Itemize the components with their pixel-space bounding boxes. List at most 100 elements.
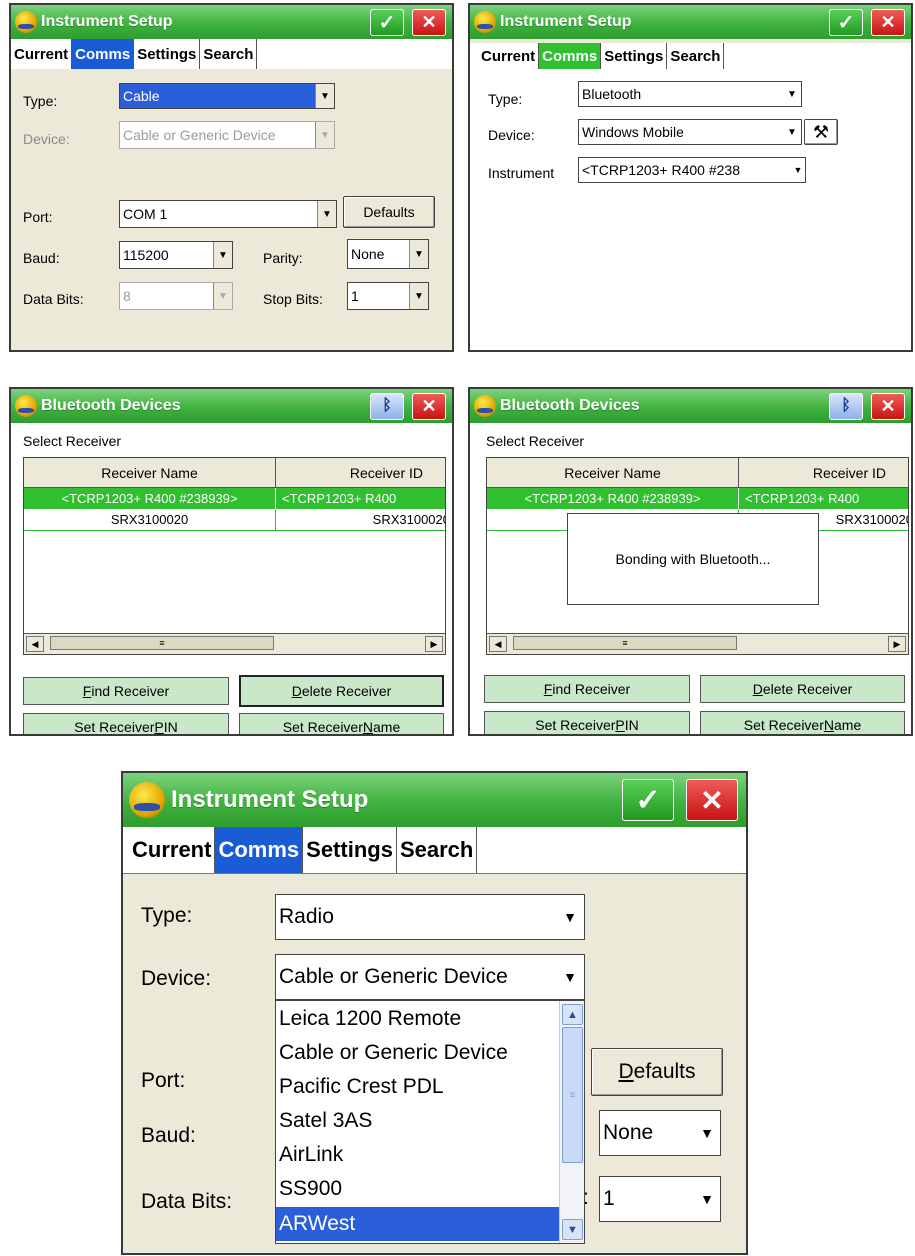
chevron-down-icon[interactable]: ▼ xyxy=(694,1177,720,1221)
baud-dropdown[interactable]: 115200 ▼ xyxy=(119,241,233,269)
find-receiver-button[interactable]: Find Receiver xyxy=(484,675,690,703)
list-item[interactable]: SS900 xyxy=(276,1173,560,1205)
close-button[interactable]: ✕ xyxy=(412,8,446,36)
instrument-value: <TCRP1203+ R400 #238 xyxy=(582,162,740,178)
chevron-down-icon[interactable]: ▼ xyxy=(783,82,801,106)
delete-receiver-button[interactable]: Delete Receiver xyxy=(239,675,444,707)
chevron-down-icon[interactable]: ▼ xyxy=(791,158,805,182)
horizontal-scrollbar[interactable]: ◀ ≡ ▶ xyxy=(487,633,908,654)
parity-dropdown[interactable]: None ▼ xyxy=(599,1110,721,1156)
tab-search[interactable]: Search xyxy=(667,43,725,69)
baud-label: Baud: xyxy=(23,250,60,266)
set-receiver-name-button[interactable]: Set Receiver Name xyxy=(700,711,905,734)
instrument-dropdown[interactable]: <TCRP1203+ R400 #238 ▼ xyxy=(578,157,806,183)
bluetooth-button[interactable]: ᛒ xyxy=(370,392,404,420)
scroll-down-icon[interactable]: ▼ xyxy=(562,1219,583,1240)
scroll-thumb[interactable]: ≡ xyxy=(50,636,274,650)
ok-button[interactable]: ✓ xyxy=(829,8,863,36)
close-button[interactable]: ✕ xyxy=(871,8,905,36)
find-receiver-button[interactable]: Find Receiver xyxy=(23,677,229,705)
table-row[interactable]: SRX3100020 SRX3100020 xyxy=(24,509,446,531)
close-button[interactable]: ✕ xyxy=(686,779,738,821)
parity-dropdown[interactable]: None ▼ xyxy=(347,239,429,269)
type-dropdown[interactable]: Cable ▼ xyxy=(119,83,335,109)
close-button[interactable]: ✕ xyxy=(871,392,905,420)
tools-button[interactable]: ⚒ xyxy=(804,119,838,145)
defaults-button[interactable]: Defaults xyxy=(591,1048,723,1096)
tab-current[interactable]: Current xyxy=(129,827,216,873)
comms-form: Type: Bluetooth ▼ Device: Windows Mobile… xyxy=(470,69,911,350)
tab-settings[interactable]: Settings xyxy=(134,39,201,69)
scroll-thumb[interactable]: ≡ xyxy=(562,1027,583,1163)
chevron-down-icon[interactable]: ▼ xyxy=(409,240,428,268)
chevron-down-icon[interactable]: ▼ xyxy=(315,84,334,108)
scroll-left-icon[interactable]: ◀ xyxy=(26,636,44,652)
tab-comms[interactable]: Comms xyxy=(215,827,304,873)
instrument-setup-cable-window: Instrument Setup ✓ ✕ Current Comms Setti… xyxy=(9,3,454,352)
tab-comms[interactable]: Comms xyxy=(72,39,135,69)
check-icon: ✓ xyxy=(635,783,661,817)
defaults-button[interactable]: Defaults xyxy=(343,196,435,228)
set-receiver-pin-button[interactable]: Set Receiver P IN xyxy=(484,711,690,734)
type-dropdown[interactable]: Bluetooth ▼ xyxy=(578,81,802,107)
chevron-down-icon[interactable]: ▼ xyxy=(783,120,801,144)
tab-comms[interactable]: Comms xyxy=(539,43,602,69)
delete-receiver-button[interactable]: Delete Receiver xyxy=(700,675,905,703)
vertical-scrollbar[interactable]: ▲ ≡ ▼ xyxy=(559,1001,584,1243)
stop-bits-dropdown[interactable]: 1 ▼ xyxy=(599,1176,721,1222)
column-receiver-id[interactable]: Receiver ID xyxy=(739,458,908,487)
tab-search[interactable]: Search xyxy=(200,39,258,69)
type-dropdown[interactable]: Radio ▼ xyxy=(275,894,585,940)
type-value: Radio xyxy=(279,905,334,928)
table-row[interactable]: <TCRP1203+ R400 #238939> <TCRP1203+ R400 xyxy=(24,488,445,509)
baud-value: 115200 xyxy=(123,247,169,263)
scroll-right-icon[interactable]: ▶ xyxy=(425,636,443,652)
ok-button[interactable]: ✓ xyxy=(622,779,674,821)
parity-value: None xyxy=(603,1121,654,1144)
tab-bar: Current Comms Settings Search xyxy=(11,39,452,69)
receiver-grid[interactable]: Receiver Name Receiver ID <TCRP1203+ R40… xyxy=(23,457,446,655)
window-title: Instrument Setup xyxy=(500,13,632,30)
port-dropdown[interactable]: COM 1 ▼ xyxy=(119,200,337,228)
scroll-right-icon[interactable]: ▶ xyxy=(888,636,906,652)
list-item[interactable]: Leica 1200 Remote xyxy=(276,1003,560,1035)
chevron-down-icon[interactable]: ▼ xyxy=(556,955,584,999)
set-receiver-name-button[interactable]: Set Receiver Name xyxy=(239,713,444,734)
device-options-list[interactable]: Leica 1200 Remote Cable or Generic Devic… xyxy=(275,1000,585,1244)
close-button[interactable]: ✕ xyxy=(412,392,446,420)
list-item[interactable]: AirLink xyxy=(276,1139,560,1171)
bluetooth-devices-window: Bluetooth Devices ᛒ ✕ Select Receiver Re… xyxy=(9,387,454,736)
table-row[interactable]: <TCRP1203+ R400 #238939> <TCRP1203+ R400 xyxy=(487,488,908,509)
tab-settings[interactable]: Settings xyxy=(303,827,397,873)
chevron-down-icon[interactable]: ▼ xyxy=(556,895,584,939)
tab-current[interactable]: Current xyxy=(478,43,540,69)
list-item[interactable]: Pacific Crest PDL xyxy=(276,1071,560,1103)
chevron-down-icon[interactable]: ▼ xyxy=(213,242,232,268)
list-item[interactable]: Satel 3AS xyxy=(276,1105,560,1137)
scroll-thumb[interactable]: ≡ xyxy=(513,636,737,650)
scroll-left-icon[interactable]: ◀ xyxy=(489,636,507,652)
stop-bits-dropdown[interactable]: 1 ▼ xyxy=(347,282,429,310)
chevron-down-icon[interactable]: ▼ xyxy=(694,1111,720,1155)
chevron-down-icon[interactable]: ▼ xyxy=(409,283,428,309)
device-value: Windows Mobile xyxy=(582,124,684,140)
set-receiver-pin-button[interactable]: Set Receiver P IN xyxy=(23,713,229,734)
tab-search[interactable]: Search xyxy=(397,827,478,873)
tab-current[interactable]: Current xyxy=(11,39,73,69)
chevron-down-icon[interactable]: ▼ xyxy=(317,201,336,227)
device-dropdown[interactable]: Cable or Generic Device ▼ xyxy=(275,954,585,1000)
horizontal-scrollbar[interactable]: ◀ ≡ ▶ xyxy=(24,633,445,654)
ok-button[interactable]: ✓ xyxy=(370,8,404,36)
list-item[interactable]: Cable or Generic Device xyxy=(276,1037,560,1069)
list-item-selected[interactable]: ARWest xyxy=(276,1207,560,1241)
window-title: Instrument Setup xyxy=(171,786,369,813)
bluetooth-button[interactable]: ᛒ xyxy=(829,392,863,420)
column-receiver-name[interactable]: Receiver Name xyxy=(487,458,739,487)
cell-receiver-id: SRX3100020 xyxy=(372,512,446,527)
column-receiver-name[interactable]: Receiver Name xyxy=(24,458,276,487)
device-dropdown[interactable]: Windows Mobile ▼ xyxy=(578,119,802,145)
tab-settings[interactable]: Settings xyxy=(601,43,668,69)
scroll-up-icon[interactable]: ▲ xyxy=(562,1004,583,1025)
stop-bits-value: 1 xyxy=(603,1187,615,1210)
column-receiver-id[interactable]: Receiver ID xyxy=(276,458,445,487)
